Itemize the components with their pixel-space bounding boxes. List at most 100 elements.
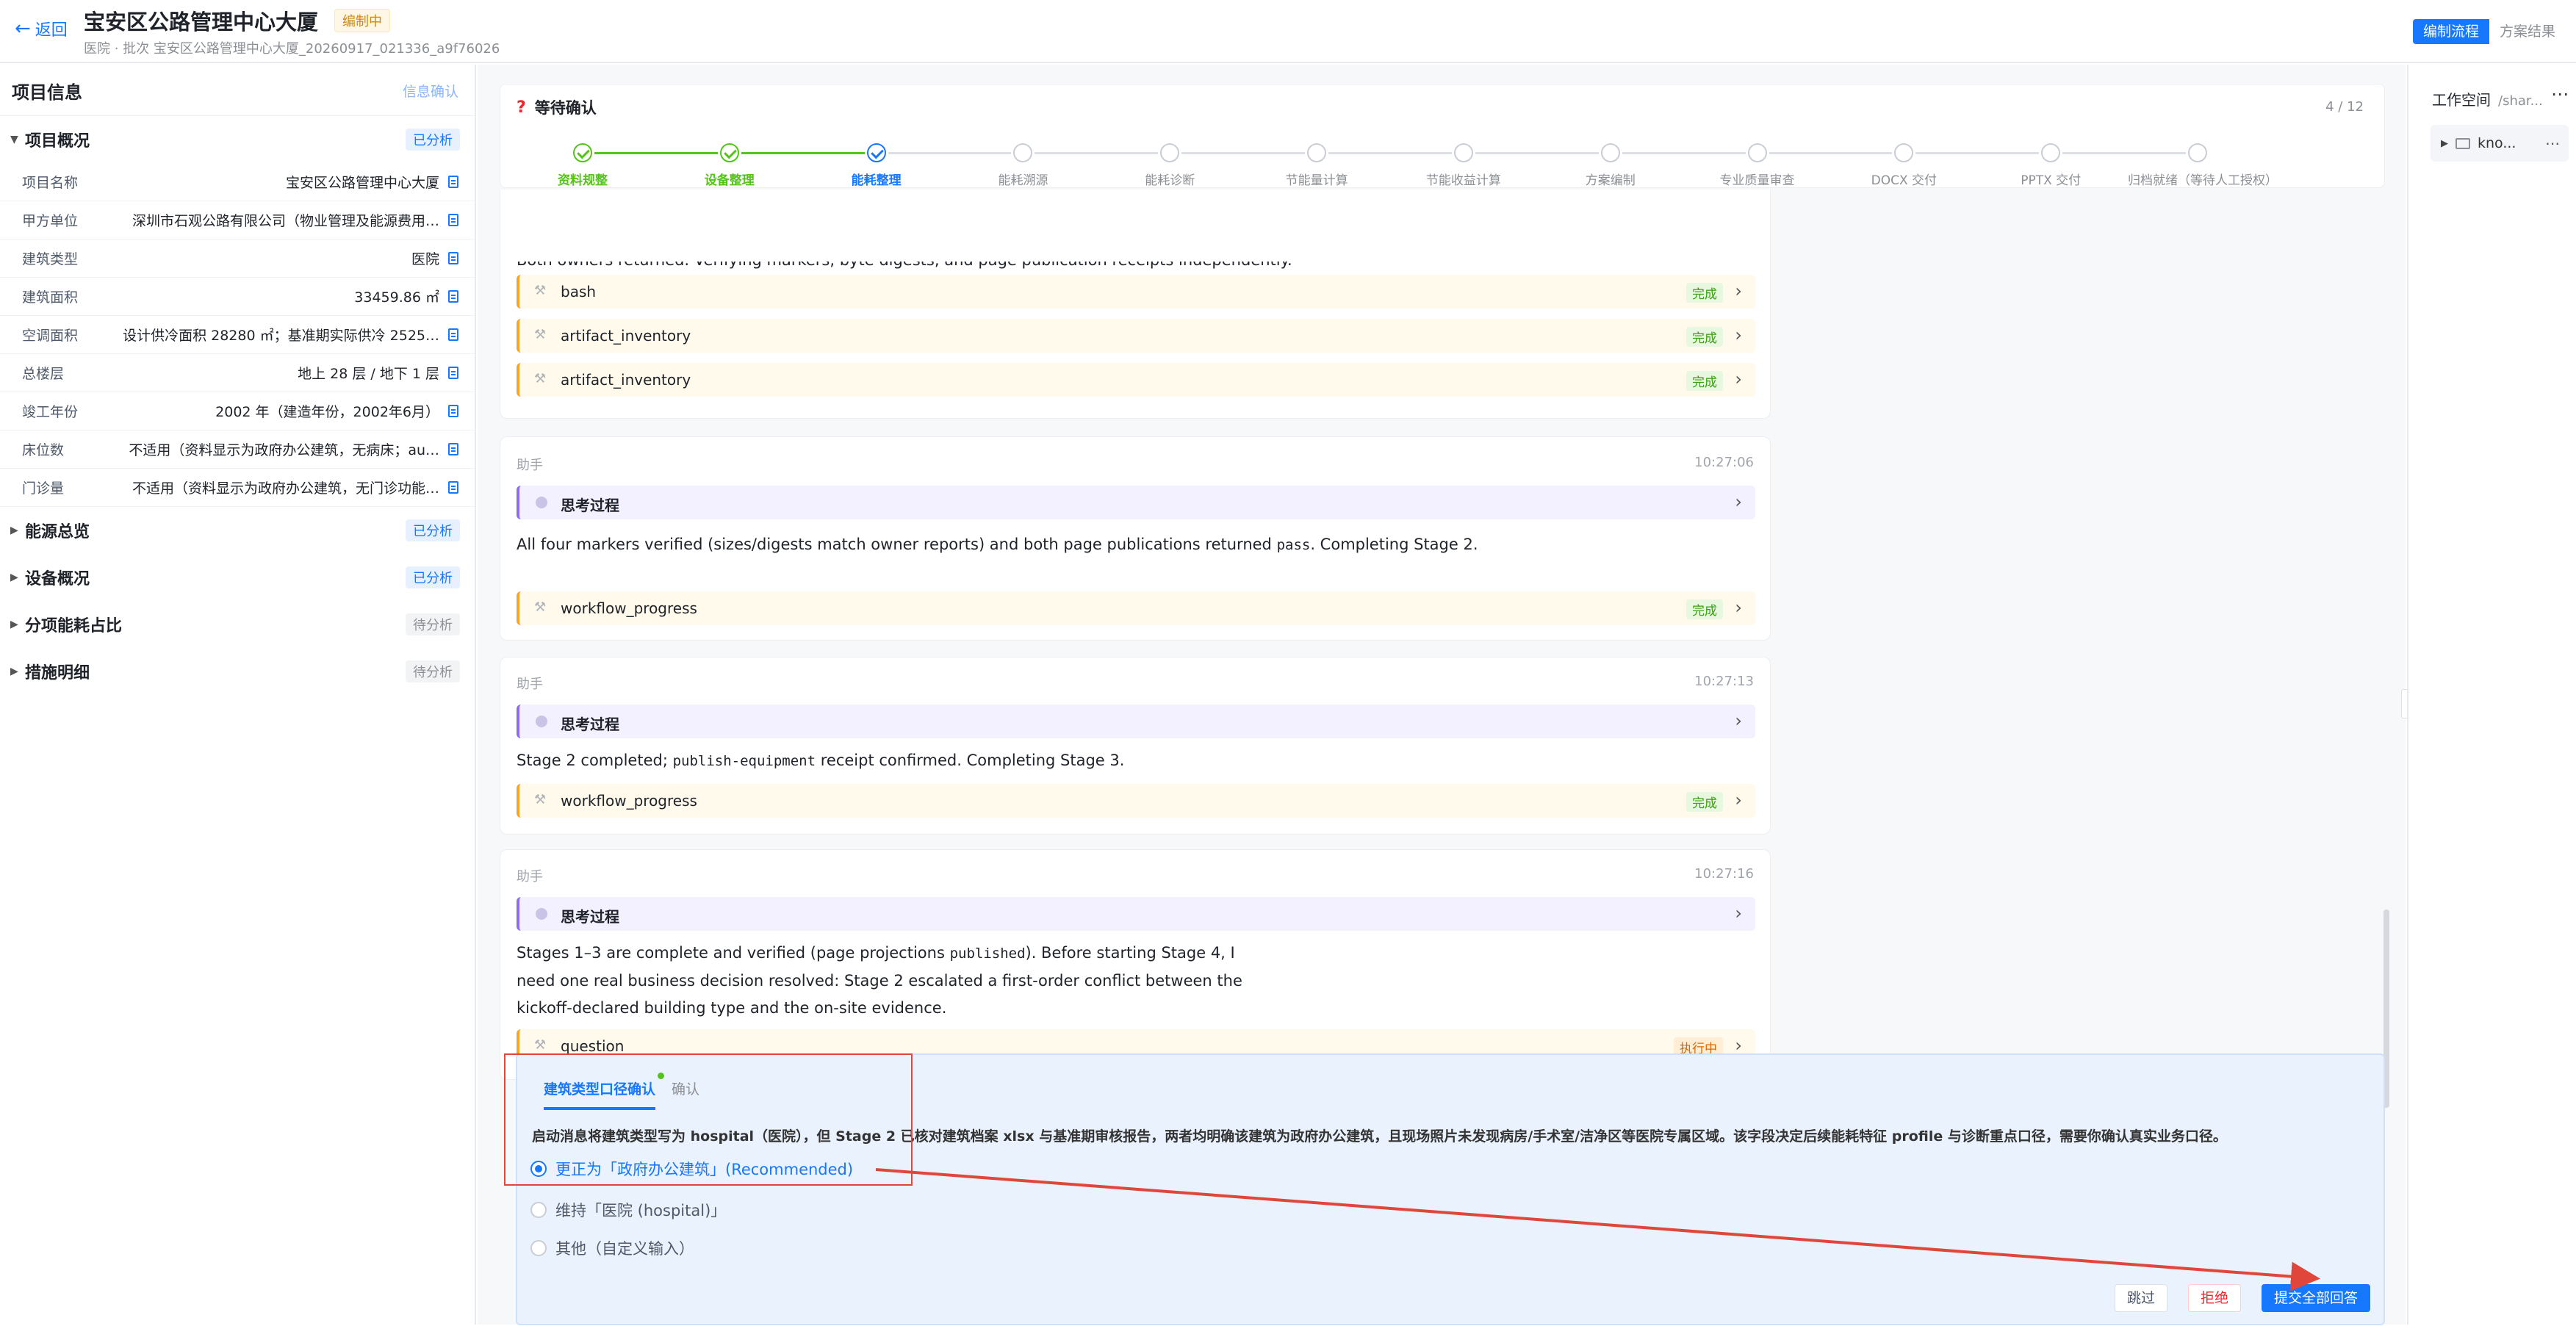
- tool-call-row[interactable]: ⚒ artifact_inventory 完成 ›: [517, 363, 1755, 397]
- workflow-step[interactable]: 专业质量审查: [1688, 143, 1827, 188]
- message-text: Stage 2 completed; publish-equipment rec…: [517, 752, 1125, 769]
- section-overview[interactable]: ▼ 项目概况 已分析: [0, 116, 475, 163]
- message-card: 助手 10:27:16 思考过程 › Stages 1–3 are comple…: [500, 849, 1771, 1080]
- reject-button[interactable]: 拒绝: [2187, 1284, 2241, 1312]
- step-label: 资料规整: [558, 173, 608, 188]
- field-key: 甲方单位: [22, 213, 79, 229]
- section-breakdown[interactable]: ▶ 分项能耗占比 待分析: [0, 601, 475, 648]
- radio-button[interactable]: [530, 1202, 547, 1218]
- wrench-icon: ⚒: [534, 283, 547, 298]
- caret-right-icon: ▶: [10, 572, 18, 583]
- tool-name: bash: [561, 283, 597, 300]
- field-value: 深圳市石观公路有限公司（物业管理及能源费用…: [132, 213, 439, 229]
- arrow-left-icon: ←: [15, 18, 31, 40]
- tool-call-row[interactable]: ⚒ workflow_progress 完成 ›: [517, 591, 1755, 625]
- field-value: 医院: [411, 251, 439, 267]
- workflow-step[interactable]: 节能量计算: [1247, 143, 1386, 188]
- section-equipment[interactable]: ▶ 设备概况 已分析: [0, 554, 475, 601]
- chevron-right-icon: ›: [1735, 710, 1742, 731]
- workflow-step[interactable]: 节能收益计算: [1394, 143, 1533, 188]
- step-label: 节能收益计算: [1425, 173, 1501, 188]
- tool-call-row[interactable]: ⚒ bash 完成 ›: [517, 275, 1755, 309]
- folder-icon: [2456, 137, 2470, 149]
- document-icon[interactable]: [448, 367, 458, 379]
- message-text: Stages 1–3 are complete and verified (pa…: [517, 944, 1242, 1017]
- back-button[interactable]: ← 返回: [15, 18, 68, 40]
- workflow-step[interactable]: 设备整理: [660, 143, 799, 188]
- field-key: 空调面积: [22, 328, 79, 344]
- caret-right-icon: ▶: [10, 619, 18, 630]
- tab-result[interactable]: 方案结果: [2489, 19, 2566, 44]
- caret-right-icon: ▶: [10, 666, 18, 677]
- section-energy[interactable]: ▶ 能源总览 已分析: [0, 507, 475, 554]
- message-card: 助手 10:27:06 思考过程 › All four markers veri…: [500, 436, 1771, 641]
- step-status-icon: [573, 143, 592, 162]
- option-keep-hospital[interactable]: 维持「医院 (hospital)」: [530, 1199, 726, 1221]
- step-status-icon: [866, 143, 886, 162]
- step-label: 能耗整理: [851, 173, 902, 188]
- title-block: 宝安区公路管理中心大厦 编制中 医院 · 批次 宝安区公路管理中心大厦_2026…: [84, 6, 500, 57]
- workflow-step[interactable]: 方案编制: [1541, 143, 1680, 188]
- thinking-row[interactable]: 思考过程 ›: [517, 705, 1755, 738]
- message-text: Both owners returned. Verifying markers,…: [517, 251, 1292, 269]
- field-key: 总楼层: [22, 366, 65, 382]
- step-status-icon: [1747, 143, 1767, 162]
- section-status-badge: 已分析: [406, 519, 460, 541]
- workflow-step[interactable]: DOCX 交付: [1834, 143, 1974, 188]
- step-label: 方案编制: [1585, 173, 1636, 188]
- skip-button[interactable]: 跳过: [2114, 1284, 2167, 1312]
- tool-status: 完成: [1686, 599, 1723, 619]
- workflow-step[interactable]: 能耗溯源: [953, 143, 1093, 188]
- tab-workflow[interactable]: 编制流程: [2412, 19, 2489, 44]
- workspace-tree-item[interactable]: ▶ kno... ⋯: [2431, 125, 2569, 162]
- thinking-label: 思考过程: [561, 497, 619, 514]
- document-icon[interactable]: [448, 481, 458, 494]
- tool-status: 完成: [1686, 327, 1723, 347]
- overview-fields: 项目名称 宝安区公路管理中心大厦 甲方单位 深圳市石观公路有限公司（物业管理及能源费用…: [0, 163, 475, 507]
- progress-title: 等待确认: [534, 99, 597, 117]
- info-confirm-link[interactable]: 信息确认: [403, 81, 458, 101]
- step-status-icon: [719, 143, 739, 162]
- document-icon[interactable]: [448, 252, 458, 264]
- tool-call-row[interactable]: ⚒ artifact_inventory 完成 ›: [517, 319, 1755, 353]
- step-label: DOCX 交付: [1871, 173, 1938, 188]
- submit-all-button[interactable]: 提交全部回答: [2261, 1284, 2370, 1312]
- field-key: 床位数: [22, 442, 65, 458]
- workflow-step[interactable]: PPTX 交付: [1981, 143, 2120, 188]
- thinking-icon: [536, 908, 547, 920]
- info-field-row: 空调面积 设计供冷面积 28280 ㎡；基准期实际供冷 2525…: [0, 316, 475, 354]
- thinking-row[interactable]: 思考过程 ›: [517, 486, 1755, 519]
- tool-status: 完成: [1686, 283, 1723, 303]
- chevron-right-icon: ›: [1735, 597, 1742, 618]
- workflow-step[interactable]: 能耗诊断: [1100, 143, 1240, 188]
- chevron-right-icon: ›: [1735, 281, 1742, 301]
- project-info-header: 项目信息 信息确认: [0, 65, 475, 116]
- message-text: All four markers verified (sizes/digests…: [517, 536, 1478, 553]
- tool-call-row[interactable]: ⚒ workflow_progress 完成 ›: [517, 784, 1755, 818]
- section-measures[interactable]: ▶ 措施明细 待分析: [0, 648, 475, 695]
- field-key: 竣工年份: [22, 404, 79, 420]
- step-status-icon: [2188, 143, 2207, 162]
- wrench-icon: ⚒: [534, 327, 547, 342]
- workflow-step[interactable]: 归档就绪（等待人工授权）: [2128, 143, 2278, 188]
- document-icon[interactable]: [448, 214, 458, 226]
- document-icon[interactable]: [448, 176, 458, 188]
- chevron-right-icon: ›: [1735, 369, 1742, 389]
- workspace-title: 工作空间: [2432, 91, 2491, 109]
- document-icon[interactable]: [448, 290, 458, 303]
- field-value: 地上 28 层 / 地下 1 层: [298, 366, 439, 382]
- workflow-step[interactable]: 资料规整: [513, 143, 652, 188]
- wrench-icon: ⚒: [534, 371, 547, 386]
- step-label: 归档就绪（等待人工授权）: [2128, 173, 2278, 188]
- document-icon[interactable]: [448, 328, 458, 341]
- option-custom[interactable]: 其他（自定义输入）: [530, 1237, 694, 1259]
- more-icon[interactable]: ⋯: [2545, 134, 2560, 152]
- field-value: 33459.86 ㎡: [354, 289, 439, 306]
- radio-button[interactable]: [530, 1240, 547, 1256]
- document-icon[interactable]: [448, 443, 458, 455]
- thinking-row[interactable]: 思考过程 ›: [517, 897, 1755, 931]
- document-icon[interactable]: [448, 405, 458, 417]
- more-icon[interactable]: ⋯: [2551, 84, 2569, 104]
- workflow-step[interactable]: 能耗整理: [807, 143, 946, 188]
- thinking-icon: [536, 716, 547, 727]
